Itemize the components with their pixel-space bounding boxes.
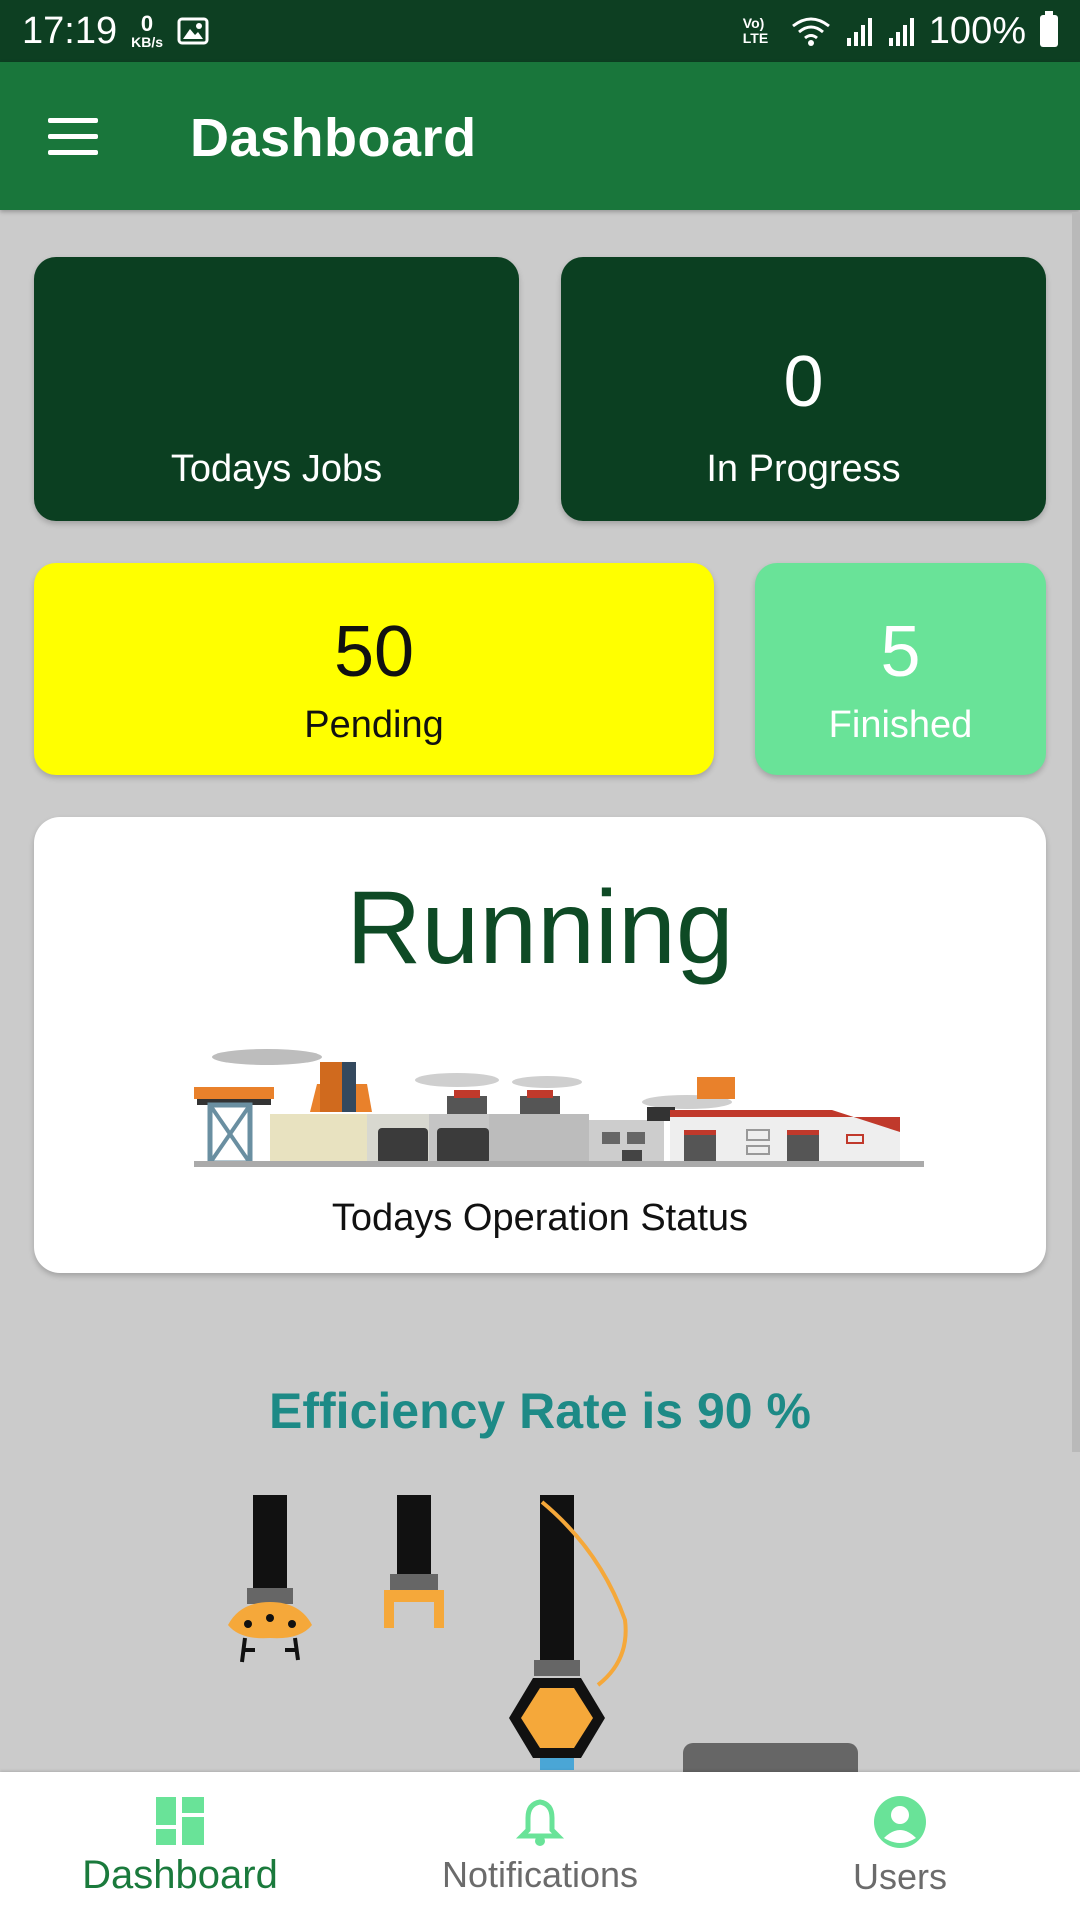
robotic-arms-illustration [228, 1495, 628, 1770]
pending-count: 50 [333, 612, 415, 692]
app-bar: Dashboard [0, 62, 1080, 210]
todays-jobs-label: Todays Jobs [170, 448, 383, 490]
operation-status-value: Running [346, 870, 734, 986]
nav-label-users: Users [852, 1856, 947, 1897]
status-bar: 17:19 0 KB/s Vo) LTE 100% [0, 0, 1080, 62]
nav-item-dashboard[interactable]: Dashboard [0, 1772, 360, 1920]
operation-status-caption: Todays Operation Status [331, 1197, 749, 1239]
image-icon [177, 17, 209, 45]
finished-count: 5 [880, 612, 921, 692]
bell-icon [515, 1799, 565, 1846]
dashboard-icon [156, 1796, 204, 1845]
todays-jobs-card[interactable]: Todays Jobs [34, 257, 519, 521]
nav-item-users[interactable]: Users [720, 1772, 1080, 1920]
nav-label-notifications: Notifications [441, 1854, 639, 1895]
scrollbar[interactable] [1072, 212, 1080, 1452]
bottom-navigation: Dashboard Notifications Users [0, 1772, 1080, 1920]
network-speed-value: 0 [140, 11, 154, 36]
status-time: 17:19 [22, 9, 118, 52]
network-speed-unit: KB/s [131, 34, 163, 50]
efficiency-rate-text: Efficiency Rate is 90 % [269, 1383, 811, 1439]
operation-status-card[interactable]: Running Todays Operation Status [34, 817, 1046, 1273]
wifi-icon [791, 17, 830, 46]
user-icon [874, 1796, 926, 1848]
nav-item-notifications[interactable]: Notifications [360, 1772, 720, 1920]
lte-label: Vo) LTE [742, 14, 769, 46]
pending-label: Pending [304, 704, 444, 746]
battery-percent: 100% [928, 9, 1026, 52]
battery-icon [1040, 11, 1058, 47]
in-progress-count: 0 [783, 342, 824, 422]
signal-icon-2 [888, 18, 914, 46]
finished-label: Finished [828, 704, 973, 746]
network-speed: 0 KB/s [131, 11, 163, 50]
nav-label-dashboard: Dashboard [82, 1852, 278, 1897]
finished-card[interactable]: 5 Finished [755, 563, 1046, 775]
in-progress-label: In Progress [706, 448, 901, 490]
menu-icon[interactable] [48, 118, 98, 156]
in-progress-card[interactable]: 0 In Progress [561, 257, 1046, 521]
page-title: Dashboard [190, 108, 477, 168]
factory-illustration [194, 1049, 924, 1167]
pending-card[interactable]: 50 Pending [34, 563, 714, 775]
signal-icon [846, 18, 872, 46]
